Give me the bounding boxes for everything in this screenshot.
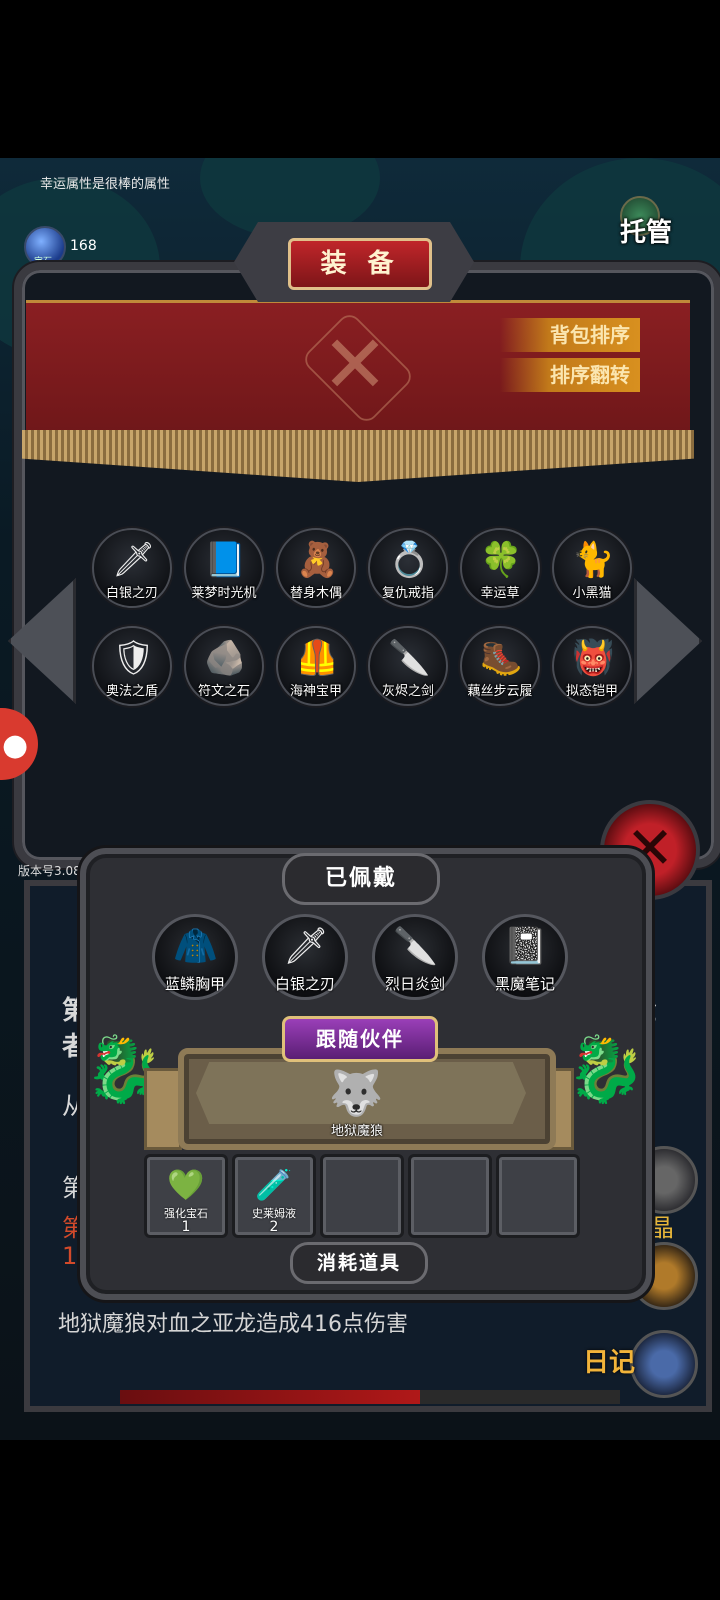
person-icon: ● xyxy=(2,728,29,763)
panel-title: 装 备 xyxy=(288,238,432,290)
partner-name: 地狱魔狼 xyxy=(330,1124,383,1139)
inventory-slot[interactable]: 💍 复仇戒指 xyxy=(368,528,448,608)
inventory-item-label: 莱梦时光机 xyxy=(191,586,257,601)
partner-title: 跟随伙伴 xyxy=(282,1016,438,1062)
consumables-title: 消耗道具 xyxy=(290,1242,428,1284)
inventory-item-label: 灰烬之剑 xyxy=(381,684,434,699)
crossed-swords-icon: ✕ xyxy=(321,318,389,411)
gem-count: 168 xyxy=(70,238,97,254)
equipped-item-label: 蓝鳞胸甲 xyxy=(164,975,225,993)
rune-stone-icon: 🪨 xyxy=(204,638,247,678)
equipped-slot[interactable]: 📓 黑魔笔记 xyxy=(482,914,568,1000)
blue-armor-icon: 🧥 xyxy=(173,926,218,967)
consumable-slot[interactable]: 🧪 史莱姆液 2 xyxy=(232,1154,316,1238)
hell-wolf-icon[interactable]: 🐺 xyxy=(316,1064,396,1124)
consumable-count: 1 xyxy=(181,1219,191,1235)
inventory-item-label: 符文之石 xyxy=(197,684,250,699)
diary-label[interactable]: 日记 xyxy=(583,1342,635,1379)
green-gem-icon: 💚 xyxy=(167,1168,205,1203)
sort-bag-button[interactable]: 背包排序 xyxy=(500,318,640,352)
sword-icon: 🗡 xyxy=(283,926,329,967)
inventory-item-label: 藕丝步云履 xyxy=(467,684,533,699)
inventory-item-label: 白银之刃 xyxy=(105,586,158,601)
version-text: 版本号3.08 xyxy=(18,864,81,878)
consumable-count: 2 xyxy=(269,1219,279,1235)
diary-book-icon[interactable] xyxy=(630,1330,698,1398)
shield-icon: 🛡 xyxy=(112,638,156,678)
auto-play-label: 托管 xyxy=(620,218,673,248)
inventory-item-label: 小黑猫 xyxy=(572,586,612,601)
equipped-item-label: 烈日炎剑 xyxy=(384,975,445,993)
inventory-slot[interactable]: 👹 拟态铠甲 xyxy=(552,626,632,706)
equipped-title: 已佩戴 xyxy=(282,853,440,905)
inventory-slot[interactable]: 📘 莱梦时光机 xyxy=(184,528,264,608)
empty-consumable-slot[interactable] xyxy=(408,1154,492,1238)
inventory-item-label: 拟态铠甲 xyxy=(565,684,618,699)
inventory-slot[interactable]: 🛡 奥法之盾 xyxy=(92,626,172,706)
equipped-slot[interactable]: 🔪 烈日炎剑 xyxy=(372,914,458,1000)
dark-book-icon: 📓 xyxy=(503,926,548,967)
inventory-item-label: 幸运草 xyxy=(480,586,520,601)
inventory-slot[interactable]: 🦺 海神宝甲 xyxy=(276,626,356,706)
inventory-item-label: 替身木偶 xyxy=(289,586,342,601)
ring-icon: 💍 xyxy=(388,540,431,580)
clover-icon: 🍀 xyxy=(480,540,523,580)
inventory-item-label: 海神宝甲 xyxy=(289,684,342,699)
damage-log-text: 地狱魔狼对血之亚龙造成416点伤害 xyxy=(58,1312,408,1337)
inventory-slot[interactable]: 🍀 幸运草 xyxy=(460,528,540,608)
golden-armor-icon: 🦺 xyxy=(296,638,339,678)
inventory-slot[interactable]: 🗡 白银之刃 xyxy=(92,528,172,608)
mimic-armor-icon: 👹 xyxy=(572,638,615,678)
log-line: 1 xyxy=(62,1242,78,1270)
empty-consumable-slot[interactable] xyxy=(496,1154,580,1238)
auto-play-button[interactable]: 托管 xyxy=(616,196,684,256)
inventory-slot[interactable]: 🐈 小黑猫 xyxy=(552,528,632,608)
health-bar xyxy=(120,1390,620,1404)
pillar-left xyxy=(144,1068,182,1150)
ash-sword-icon: 🔪 xyxy=(388,638,431,678)
hint-text: 幸运属性是很棒的属性 xyxy=(40,177,171,192)
inventory-slot[interactable]: 🔪 灰烬之剑 xyxy=(368,626,448,706)
equipped-slot[interactable]: 🗡 白银之刃 xyxy=(262,914,348,1000)
reverse-sort-button[interactable]: 排序翻转 xyxy=(500,358,640,392)
cat-icon: 🐈 xyxy=(572,540,615,580)
sword-icon: 🗡 xyxy=(112,540,156,580)
potion-icon: 🧪 xyxy=(255,1168,293,1203)
boots-icon: 🥾 xyxy=(480,638,523,678)
inventory-item-label: 复仇戒指 xyxy=(381,586,434,601)
inventory-slot[interactable]: 🪨 符文之石 xyxy=(184,626,264,706)
wooden-doll-icon: 🧸 xyxy=(296,540,339,580)
time-machine-icon: 📘 xyxy=(204,540,247,580)
equipped-item-label: 黑魔笔记 xyxy=(494,975,555,993)
inventory-slot[interactable]: 🧸 替身木偶 xyxy=(276,528,356,608)
empty-consumable-slot[interactable] xyxy=(320,1154,404,1238)
equipped-item-label: 白银之刃 xyxy=(274,975,335,993)
inventory-slot[interactable]: 🥾 藕丝步云履 xyxy=(460,626,540,706)
equipped-slot[interactable]: 🧥 蓝鳞胸甲 xyxy=(152,914,238,1000)
consumable-slot[interactable]: 💚 强化宝石 1 xyxy=(144,1154,228,1238)
flame-sword-icon: 🔪 xyxy=(393,926,438,967)
dragon-statue-right: 🐉 xyxy=(566,1033,646,1107)
inventory-item-label: 奥法之盾 xyxy=(105,684,158,699)
